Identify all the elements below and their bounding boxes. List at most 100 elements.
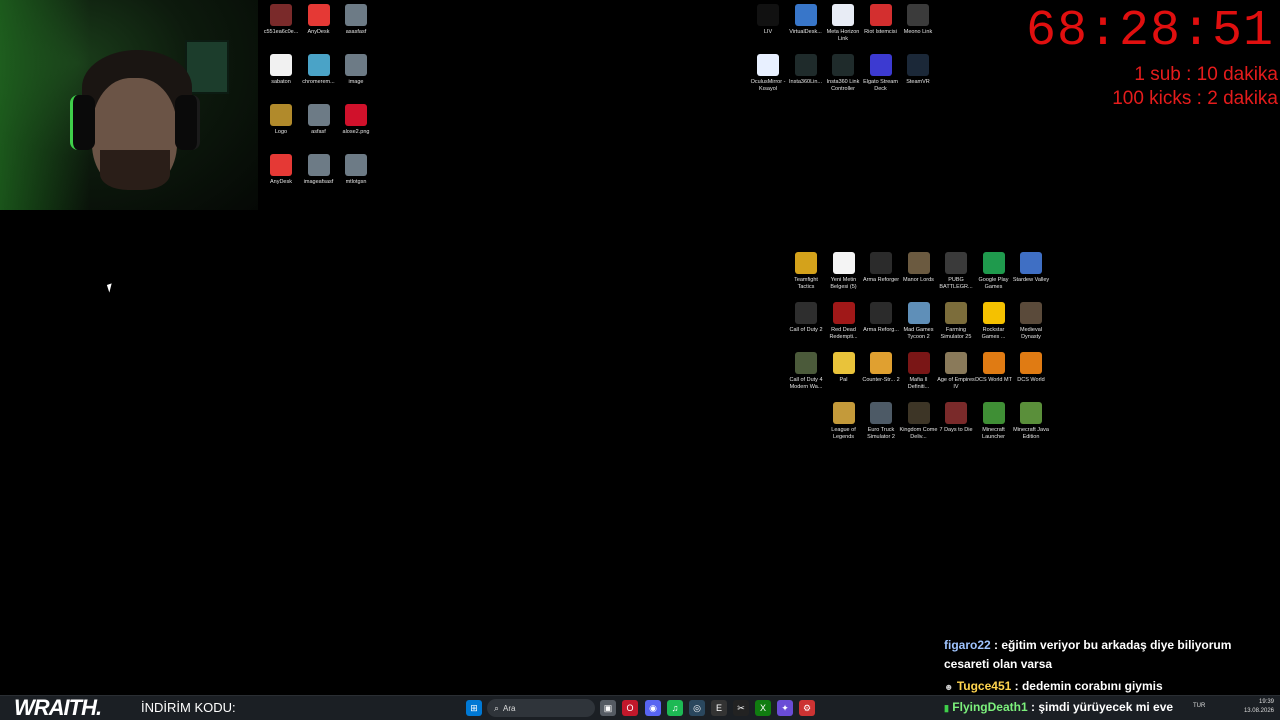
steam-icon[interactable]: ◎ xyxy=(689,700,705,716)
desktop-shortcut[interactable]: Rockstar Games ... xyxy=(974,302,1014,341)
shortcut-label: Meono Link xyxy=(903,29,933,35)
desktop-shortcut[interactable]: League of Legends xyxy=(824,402,864,441)
desktop-shortcut[interactable]: AnyDesk xyxy=(299,4,339,36)
chat-username: figaro22 xyxy=(944,638,991,652)
desktop-shortcut[interactable]: Medieval Dynasty xyxy=(1011,302,1051,341)
shortcut-icon xyxy=(907,4,929,26)
desktop-shortcut[interactable]: Kingdom Come Deliv... xyxy=(899,402,939,441)
desktop-shortcut[interactable]: Counter-Str... 2 xyxy=(861,352,901,384)
windows-start-icon[interactable]: ⊞ xyxy=(466,700,482,716)
desktop-shortcut[interactable]: Elgato Stream Deck xyxy=(861,54,901,93)
shortcut-icon xyxy=(794,4,817,26)
desktop-shortcut[interactable]: DCS World MT xyxy=(974,352,1014,384)
desktop-shortcut[interactable]: Riot İstemcisi xyxy=(861,4,901,36)
taskbar: WRAITH. İNDİRİM KODU: ⌕ Ara ⊞ ▣ O ◉ ♫ ◎ E ✂ X ✦ ⚙ ▮… xyxy=(0,695,1280,720)
shortcut-label: PUBG BATTLEGR... xyxy=(939,277,973,290)
desktop-shortcut[interactable]: Call of Duty 4 Modern Wa... xyxy=(786,352,826,391)
desktop-shortcut[interactable]: sabaton xyxy=(261,54,301,86)
shortcut-icon xyxy=(794,54,817,76)
shortcut-label: Euro Truck Simulator 2 xyxy=(867,427,895,440)
desktop-shortcut[interactable]: alose2.png xyxy=(336,104,376,136)
desktop-shortcut[interactable]: PUBG BATTLEGR... xyxy=(936,252,976,291)
desktop-shortcut[interactable]: Red Dead Redempti... xyxy=(824,302,864,341)
desktop-shortcut[interactable]: Euro Truck Simulator 2 xyxy=(861,402,901,441)
shortcut-icon xyxy=(270,54,292,76)
xbox-icon[interactable]: X xyxy=(755,700,771,716)
desktop-shortcut[interactable]: c551ea6c0e... xyxy=(261,4,301,36)
shortcut-icon xyxy=(270,4,292,26)
shortcut-label: DCS World xyxy=(1017,377,1045,383)
desktop-shortcut[interactable]: AnyDesk xyxy=(261,154,301,186)
shortcut-icon xyxy=(757,54,779,76)
desktop-shortcut[interactable]: asfasf xyxy=(299,104,339,136)
desktop-shortcut[interactable]: imageafsasf xyxy=(299,154,339,186)
desktop-shortcut[interactable]: Insta360Lin... xyxy=(786,54,826,86)
shortcut-label: Counter-Str... 2 xyxy=(862,377,900,383)
desktop-shortcut[interactable]: 7 Days to Die xyxy=(936,402,976,434)
desktop-shortcut[interactable]: image xyxy=(336,54,376,86)
desktop-shortcut[interactable]: Meono Link xyxy=(898,4,938,36)
desktop-shortcut[interactable]: Call of Duty 2 xyxy=(786,302,826,334)
desktop-shortcut[interactable]: Minecraft Java Edition xyxy=(1011,402,1051,441)
input-language[interactable]: TUR xyxy=(1193,703,1205,709)
chat-message: ▮ FlyingDeath1 : şimdi yürüyecek mi eve xyxy=(944,698,1280,717)
shortcut-icon xyxy=(795,352,817,374)
shortcut-icon xyxy=(795,252,817,274)
desktop-shortcut[interactable]: Mafia II Definiti... xyxy=(899,352,939,391)
desktop-shortcut[interactable]: mtlotgsn xyxy=(336,154,376,186)
shortcut-label: mtlotgsn xyxy=(345,179,367,185)
chat-text: : dedemin corabını giymis xyxy=(1011,679,1163,693)
desktop-shortcut[interactable]: Arma Reforger xyxy=(861,252,901,284)
shortcut-label: Call of Duty 2 xyxy=(789,327,823,333)
copilot-icon[interactable]: ✦ xyxy=(777,700,793,716)
taskbar-search[interactable]: ⌕ Ara xyxy=(487,699,595,717)
desktop-shortcut[interactable]: LIV xyxy=(748,4,788,36)
shortcut-icon xyxy=(270,154,292,176)
shortcut-icon xyxy=(345,4,367,26)
chat-message: ☻ Tugce451 : dedemin corabını giymis xyxy=(944,677,1280,697)
desktop-shortcut[interactable]: OculusMirror - Kısayol xyxy=(748,54,788,93)
shortcut-icon xyxy=(832,302,855,324)
desktop-shortcut[interactable]: asasfasf xyxy=(336,4,376,36)
shortcut-icon xyxy=(1020,402,1042,424)
desktop-shortcut[interactable]: SteamVR xyxy=(898,54,938,86)
shortcut-label: AnyDesk xyxy=(269,179,292,185)
shortcut-icon xyxy=(945,302,967,324)
desktop-shortcut[interactable]: Mad Games Tycoon 2 xyxy=(899,302,939,341)
shortcut-label: 7 Days to Die xyxy=(939,427,973,433)
desktop-shortcut[interactable]: Meta Horizon Link xyxy=(823,4,863,43)
desktop-shortcut[interactable]: Farming Simulator 25 xyxy=(936,302,976,341)
opera-gx-icon[interactable]: O xyxy=(622,700,638,716)
desktop-shortcut[interactable]: Pal xyxy=(824,352,864,384)
settings-app-icon[interactable]: ⚙ xyxy=(799,700,815,716)
desktop-shortcut[interactable]: Google Play Games xyxy=(974,252,1014,291)
desktop-shortcut[interactable]: Minecraft Launcher xyxy=(974,402,1014,441)
desktop-shortcut[interactable]: Manor Lords xyxy=(899,252,939,284)
desktop-shortcut[interactable]: Stardew Valley xyxy=(1011,252,1051,284)
shortcut-icon xyxy=(869,54,892,76)
capcut-icon[interactable]: ✂ xyxy=(733,700,749,716)
discord-icon[interactable]: ◉ xyxy=(645,700,661,716)
shortcut-icon xyxy=(907,54,929,76)
shortcut-label: asasfasf xyxy=(345,29,367,35)
epic-games-icon[interactable]: E xyxy=(711,700,727,716)
spotify-icon[interactable]: ♫ xyxy=(667,700,683,716)
desktop-shortcut[interactable]: Age of Empires IV xyxy=(936,352,976,391)
task-view-icon[interactable]: ▣ xyxy=(600,700,616,716)
system-clock[interactable]: 19:39 13.08.2026 xyxy=(1244,698,1274,716)
desktop-shortcut[interactable]: Yeni Metin Belgesi (5) xyxy=(824,252,864,291)
desktop-shortcut[interactable]: Teamfight Tactics xyxy=(786,252,826,291)
shortcut-icon xyxy=(870,252,892,274)
shortcut-icon xyxy=(345,54,367,76)
desktop-shortcut[interactable]: VirtualDesk... xyxy=(786,4,826,36)
shortcut-icon xyxy=(345,154,367,176)
shortcut-icon xyxy=(270,104,292,126)
desktop-shortcut[interactable]: Logo xyxy=(261,104,301,136)
desktop-shortcut[interactable]: DCS World xyxy=(1011,352,1051,384)
desktop-shortcut[interactable]: chromerem... xyxy=(299,54,339,86)
shortcut-icon xyxy=(945,352,967,374)
desktop-shortcut[interactable]: Insta360 Link Controller xyxy=(823,54,863,93)
shortcut-label: Age of Empires IV xyxy=(937,377,975,390)
shortcut-icon xyxy=(907,302,930,324)
desktop-shortcut[interactable]: Arma Reforg... xyxy=(861,302,901,334)
